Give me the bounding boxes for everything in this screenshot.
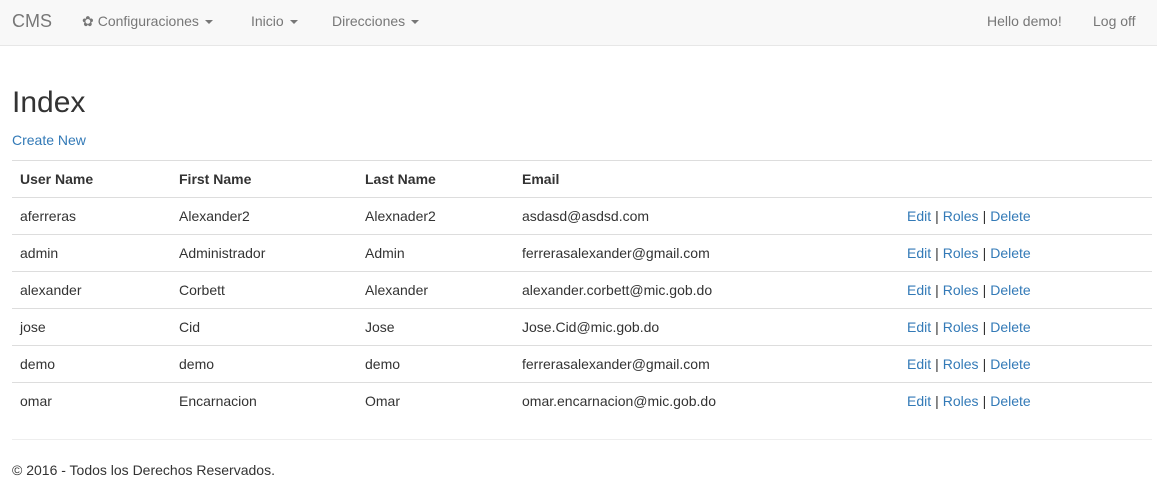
edit-link[interactable]: Edit — [907, 356, 931, 372]
edit-link[interactable]: Edit — [907, 245, 931, 261]
cell-email: alexander.corbett@mic.gob.do — [514, 271, 899, 309]
logoff-link[interactable]: Log off — [1093, 13, 1136, 29]
cell-lastname: Alexander — [357, 271, 514, 309]
cell-username: omar — [12, 382, 171, 419]
edit-link[interactable]: Edit — [907, 208, 931, 224]
cell-email: omar.encarnacion@mic.gob.do — [514, 382, 899, 419]
edit-link[interactable]: Edit — [907, 319, 931, 335]
brand-link[interactable]: CMS — [12, 11, 52, 31]
delete-link[interactable]: Delete — [990, 208, 1030, 224]
create-new-link[interactable]: Create New — [12, 131, 86, 149]
cell-firstname: Cid — [171, 308, 357, 346]
caret-down-icon — [289, 20, 298, 25]
separator: | — [935, 208, 939, 224]
delete-link[interactable]: Delete — [990, 356, 1030, 372]
table-row: omar Encarnacion Omar omar.encarnacion@mic.… — [12, 382, 1152, 419]
roles-link[interactable]: Roles — [943, 319, 979, 335]
cell-username: aferreras — [12, 197, 171, 235]
column-header-lastname: Last Name — [357, 160, 514, 198]
cell-email: ferrerasalexander@gmail.com — [514, 234, 899, 272]
users-table: User Name First Name Last Name Email afe… — [12, 160, 1152, 419]
table-header-row: User Name First Name Last Name Email — [12, 160, 1152, 198]
caret-down-icon — [204, 20, 213, 25]
row-actions: Edit | Roles | Delete — [899, 197, 1152, 235]
delete-link[interactable]: Delete — [990, 245, 1030, 261]
separator: | — [982, 319, 987, 335]
row-actions: Edit | Roles | Delete — [899, 308, 1152, 346]
cell-email: asdasd@asdsd.com — [514, 197, 899, 235]
roles-link[interactable]: Roles — [943, 393, 979, 409]
edit-link[interactable]: Edit — [907, 282, 931, 298]
cell-lastname: Jose — [357, 308, 514, 346]
top-navbar: CMS ✿ Configuraciones Inicio Direcciones … — [0, 0, 1157, 46]
row-actions: Edit | Roles | Delete — [899, 271, 1152, 309]
table-row: jose Cid Jose Jose.Cid@mic.gob.do Edit | Roles… — [12, 308, 1152, 346]
separator: | — [982, 356, 987, 372]
separator: | — [935, 393, 939, 409]
gear-icon: ✿ — [82, 13, 94, 29]
cell-firstname: Encarnacion — [171, 382, 357, 419]
column-header-email: Email — [514, 160, 899, 198]
menu-direcciones[interactable]: Direcciones — [332, 13, 420, 29]
roles-link[interactable]: Roles — [943, 282, 979, 298]
menu-configuraciones-label: Configuraciones — [97, 13, 199, 29]
separator: | — [935, 319, 939, 335]
menu-direcciones-label: Direcciones — [332, 13, 406, 29]
delete-link[interactable]: Delete — [990, 319, 1030, 335]
cell-email: ferrerasalexander@gmail.com — [514, 345, 899, 383]
cell-username: admin — [12, 234, 171, 272]
cell-firstname: Corbett — [171, 271, 357, 309]
cell-lastname: Alexnader2 — [357, 197, 514, 235]
separator: | — [982, 245, 987, 261]
cell-firstname: Administrador — [171, 234, 357, 272]
roles-link[interactable]: Roles — [943, 208, 979, 224]
delete-link[interactable]: Delete — [990, 393, 1030, 409]
cell-username: jose — [12, 308, 171, 346]
footer-text: © 2016 - Todos los Derechos Reservados. — [12, 462, 275, 478]
table-row: alexander Corbett Alexander alexander.corbe… — [12, 271, 1152, 309]
column-header-username: User Name — [12, 160, 171, 198]
row-actions: Edit | Roles | Delete — [899, 345, 1152, 383]
cell-lastname: Omar — [357, 382, 514, 419]
separator: | — [982, 282, 987, 298]
separator: | — [935, 245, 939, 261]
separator: | — [935, 356, 939, 372]
separator: | — [982, 393, 987, 409]
cell-lastname: demo — [357, 345, 514, 383]
separator: | — [935, 282, 939, 298]
separator: | — [982, 208, 987, 224]
greeting-link[interactable]: Hello demo! — [987, 13, 1062, 29]
menu-inicio-label: Inicio — [251, 13, 284, 29]
cell-username: alexander — [12, 271, 171, 309]
table-row: aferreras Alexander2 Alexnader2 asdasd@asds… — [12, 197, 1152, 235]
roles-link[interactable]: Roles — [943, 356, 979, 372]
row-actions: Edit | Roles | Delete — [899, 382, 1152, 419]
edit-link[interactable]: Edit — [907, 393, 931, 409]
cell-email: Jose.Cid@mic.gob.do — [514, 308, 899, 346]
cell-username: demo — [12, 345, 171, 383]
caret-down-icon — [411, 20, 420, 25]
menu-configuraciones[interactable]: ✿ Configuraciones — [82, 13, 213, 29]
cell-firstname: demo — [171, 345, 357, 383]
roles-link[interactable]: Roles — [943, 245, 979, 261]
table-row: demo demo demo ferrerasalexander@gmail.com E… — [12, 345, 1152, 383]
delete-link[interactable]: Delete — [990, 282, 1030, 298]
cell-firstname: Alexander2 — [171, 197, 357, 235]
row-actions: Edit | Roles | Delete — [899, 234, 1152, 272]
table-row: admin Administrador Admin ferrerasalexander… — [12, 234, 1152, 272]
column-header-actions — [899, 160, 1152, 198]
cell-lastname: Admin — [357, 234, 514, 272]
column-header-firstname: First Name — [171, 160, 357, 198]
footer-divider — [12, 439, 1152, 440]
page-title: Index — [12, 86, 86, 119]
menu-inicio[interactable]: Inicio — [251, 13, 298, 29]
